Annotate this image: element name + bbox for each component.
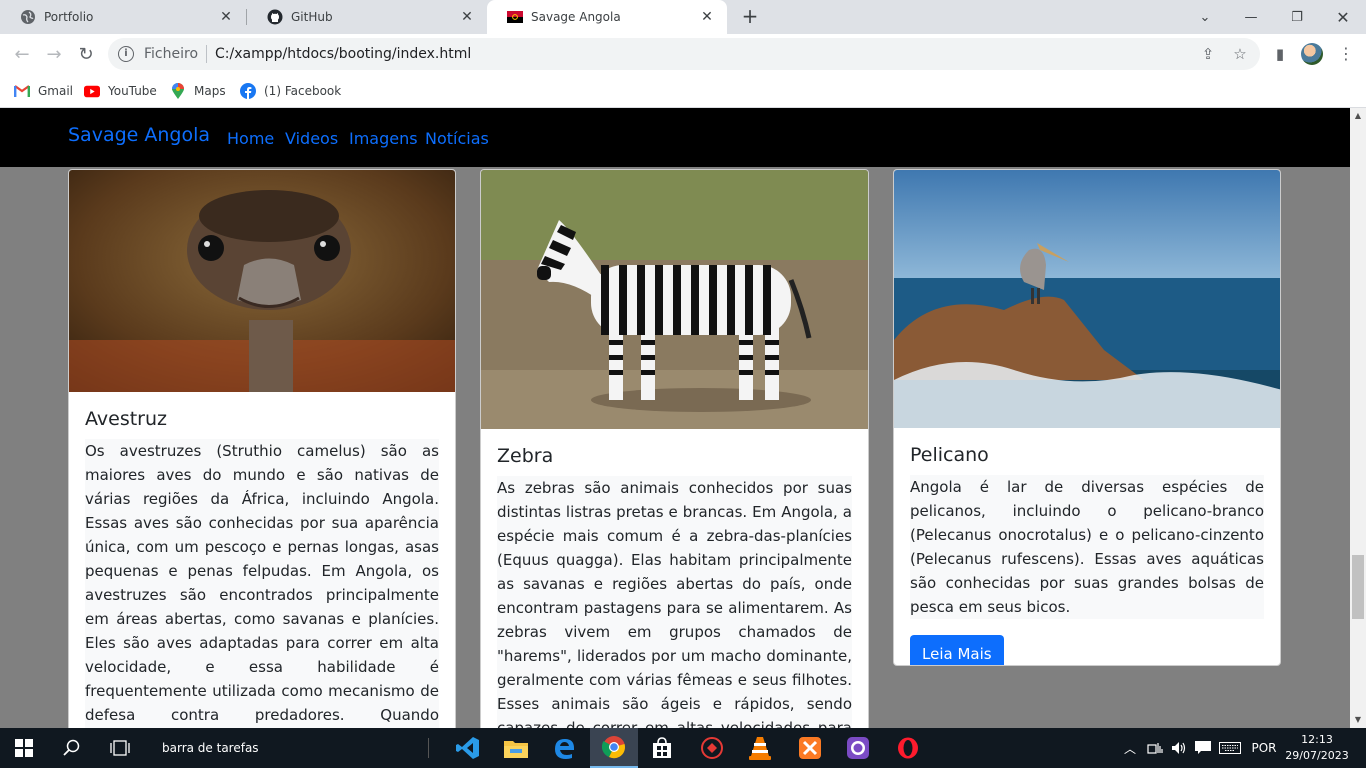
- task-view-icon[interactable]: [96, 728, 144, 768]
- card-title: Avestruz: [85, 408, 167, 430]
- card-body: Zebra As zebras são animais conhecidos p…: [497, 445, 852, 728]
- address-scheme: Ficheiro: [144, 46, 199, 62]
- taskbar-search-label[interactable]: barra de tarefas: [150, 728, 430, 768]
- web-page: Savage Angola Home Videos Imagens Notíci…: [0, 108, 1366, 728]
- tab-title: Savage Angola: [531, 10, 621, 24]
- address-bar[interactable]: i Ficheiro C:/xampp/htdocs/booting/index…: [108, 38, 1260, 70]
- address-url[interactable]: C:/xampp/htdocs/booting/index.html: [215, 46, 471, 62]
- store-icon[interactable]: [638, 728, 686, 768]
- bookmark-label: Gmail: [38, 84, 74, 98]
- pelican-photo: [894, 170, 1280, 428]
- card-pelicano: Pelicano Angola é lar de diversas espéci…: [893, 169, 1281, 666]
- close-icon[interactable]: ✕: [218, 9, 234, 25]
- nav-link-imagens[interactable]: Imagens: [349, 129, 418, 148]
- scrollbar-thumb[interactable]: [1352, 555, 1364, 619]
- bookmark-label: (1) Facebook: [264, 84, 342, 98]
- angola-flag-icon: [507, 9, 523, 25]
- network-icon[interactable]: [1144, 728, 1166, 768]
- tab-title: GitHub: [291, 10, 333, 24]
- ostrich-photo: [69, 170, 455, 392]
- bookmark-label: YouTube: [108, 84, 157, 98]
- close-icon[interactable]: ✕: [459, 9, 475, 25]
- chrome-icon[interactable]: [590, 728, 638, 768]
- browser-toolbar: ← → ↻ i Ficheiro C:/xampp/htdocs/booting…: [0, 34, 1366, 74]
- vlc-icon[interactable]: [736, 728, 784, 768]
- bookmark-label: Maps: [194, 84, 226, 98]
- close-window-button[interactable]: ✕: [1320, 0, 1366, 34]
- search-icon[interactable]: [48, 728, 96, 768]
- tab-github[interactable]: GitHub ✕: [247, 0, 487, 34]
- nav-link-home[interactable]: Home: [227, 129, 274, 148]
- card-avestruz: Avestruz Os avestruzes (Struthio camelus…: [68, 169, 456, 728]
- card-text: Angola é lar de diversas espécies de pel…: [910, 474, 1264, 619]
- bookmark-star-icon[interactable]: ☆: [1228, 42, 1252, 66]
- card-body: Pelicano Angola é lar de diversas espéci…: [910, 444, 1264, 665]
- globe-icon: [20, 9, 36, 25]
- youtube-icon: [84, 83, 100, 99]
- bookmark-gmail[interactable]: Gmail: [14, 81, 73, 101]
- tab-strip: Portfolio ✕ GitHub ✕ Savage Angola ✕ + ⌄…: [0, 0, 1366, 34]
- bookmark-maps[interactable]: Maps: [170, 81, 226, 101]
- site-navbar: Savage Angola Home Videos Imagens Notíci…: [0, 108, 1350, 167]
- forward-button[interactable]: →: [42, 42, 66, 66]
- github-icon: [267, 9, 283, 25]
- nav-link-videos[interactable]: Videos: [285, 129, 338, 148]
- volume-icon[interactable]: [1168, 728, 1190, 768]
- zebra-photo: [481, 170, 868, 429]
- restore-button[interactable]: ❐: [1274, 0, 1320, 34]
- card-zebra: Zebra As zebras são animais conhecidos p…: [480, 169, 869, 728]
- bookmarks-bar: Gmail YouTube Maps (1) Facebook: [0, 74, 1366, 108]
- close-icon[interactable]: ✕: [699, 9, 715, 25]
- share-icon[interactable]: ⇪: [1196, 42, 1220, 66]
- card-body: Avestruz Os avestruzes (Struthio camelus…: [85, 408, 439, 728]
- tab-title: Portfolio: [44, 10, 94, 24]
- info-icon[interactable]: i: [118, 46, 134, 62]
- page-scrollbar[interactable]: ▲ ▼: [1350, 108, 1366, 728]
- github-desktop-icon[interactable]: [834, 728, 882, 768]
- maps-icon: [170, 83, 186, 99]
- scroll-down-icon[interactable]: ▼: [1350, 712, 1366, 728]
- clock-date: 29/07/2023: [1285, 749, 1349, 762]
- card-text: Os avestruzes (Struthio camelus) são as …: [85, 438, 439, 728]
- card-title: Pelicano: [910, 444, 989, 466]
- notification-icon[interactable]: [1192, 728, 1214, 768]
- nav-link-noticias[interactable]: Notícias: [425, 129, 489, 148]
- site-brand[interactable]: Savage Angola: [68, 124, 210, 146]
- clock-time: 12:13: [1301, 733, 1333, 746]
- edge-icon[interactable]: [540, 728, 588, 768]
- app-icon[interactable]: [688, 728, 736, 768]
- scroll-up-icon[interactable]: ▲: [1350, 108, 1366, 124]
- vscode-icon[interactable]: [444, 728, 492, 768]
- language-indicator[interactable]: POR: [1248, 728, 1280, 768]
- xampp-icon[interactable]: [786, 728, 834, 768]
- card-text: As zebras são animais conhecidos por sua…: [497, 475, 852, 728]
- opera-icon[interactable]: [884, 728, 932, 768]
- gmail-icon: [14, 83, 30, 99]
- profile-avatar[interactable]: [1301, 43, 1323, 65]
- keyboard-icon[interactable]: [1216, 728, 1244, 768]
- side-panel-icon[interactable]: ▮: [1268, 42, 1292, 66]
- new-tab-button[interactable]: +: [738, 5, 762, 29]
- minimize-button[interactable]: —: [1228, 0, 1274, 34]
- system-clock[interactable]: 12:13 29/07/2023: [1285, 732, 1349, 764]
- tab-savage-angola[interactable]: Savage Angola ✕: [487, 0, 727, 34]
- card-title: Zebra: [497, 445, 554, 467]
- tab-search-icon[interactable]: ⌄: [1182, 0, 1228, 34]
- windows-start-icon[interactable]: [0, 728, 48, 768]
- back-button[interactable]: ←: [10, 42, 34, 66]
- read-more-button[interactable]: Leia Mais: [910, 634, 1004, 665]
- reload-button[interactable]: ↻: [74, 42, 98, 66]
- windows-taskbar: barra de tarefas ︿ POR 12:13 29/07/2023: [0, 728, 1366, 768]
- tab-portfolio[interactable]: Portfolio ✕: [0, 0, 246, 34]
- chevron-up-icon[interactable]: ︿: [1120, 728, 1140, 768]
- menu-icon[interactable]: ⋮: [1338, 42, 1354, 66]
- bookmark-youtube[interactable]: YouTube: [84, 81, 157, 101]
- bookmark-facebook[interactable]: (1) Facebook: [240, 81, 341, 101]
- file-explorer-icon[interactable]: [492, 728, 540, 768]
- facebook-icon: [240, 83, 256, 99]
